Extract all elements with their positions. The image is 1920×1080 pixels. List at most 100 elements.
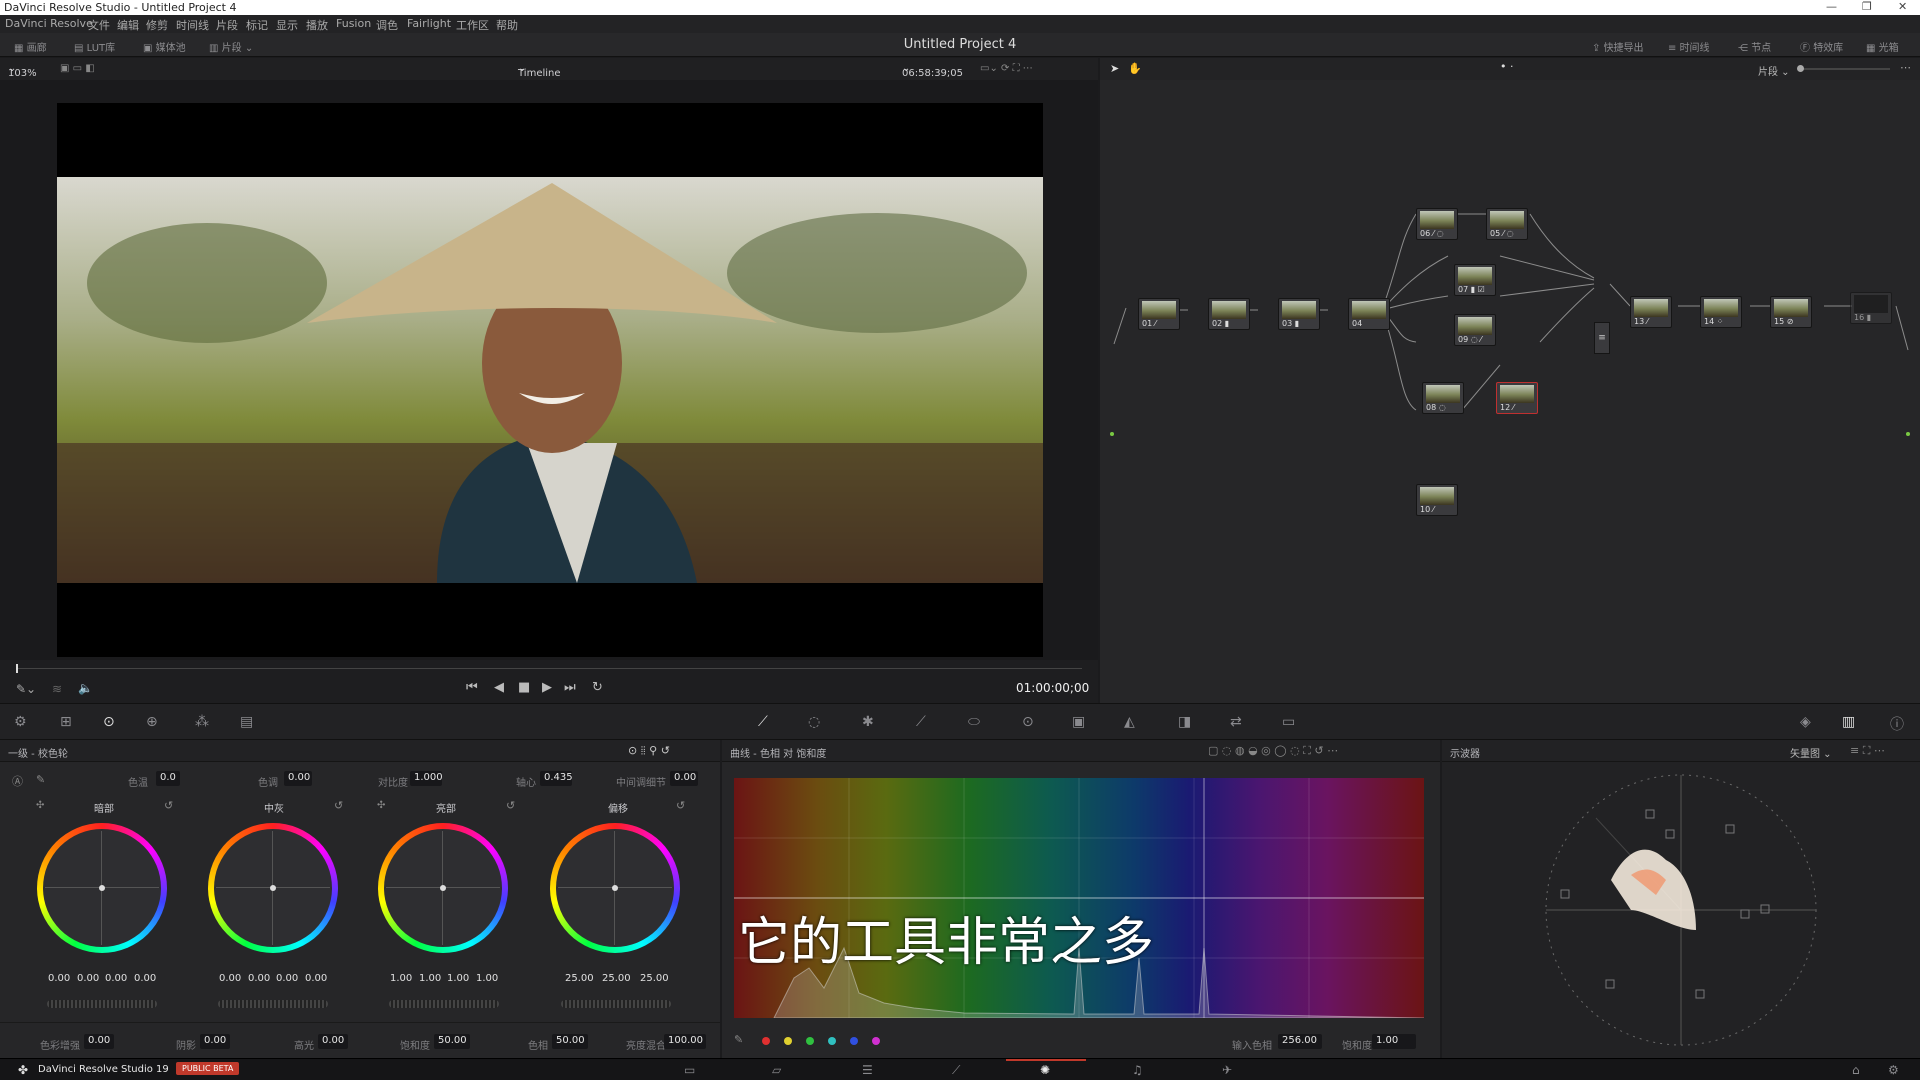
quick-export-button[interactable]: ⇪ 快捷导出 — [1592, 39, 1644, 54]
node-06[interactable]: 06 ⁄ ◌ — [1416, 208, 1458, 240]
contrast-field[interactable]: 1.000 — [410, 771, 443, 786]
restore-icon[interactable]: ❐ — [1862, 0, 1872, 13]
saturation-field[interactable]: 50.00 — [434, 1034, 470, 1049]
lift-master-wheel[interactable] — [47, 1000, 157, 1008]
window-icon[interactable]: ⬭ — [968, 714, 980, 730]
curves-icon[interactable]: ⟋ — [758, 714, 768, 730]
menu-item[interactable]: 播放 — [306, 17, 328, 33]
lift-b[interactable]: 0.00 — [134, 973, 156, 984]
magenta-swatch[interactable] — [872, 1037, 880, 1045]
blur-icon[interactable]: ◭ — [1124, 714, 1135, 730]
viewer-options-icon[interactable]: ▭⌄ ⟳ ⛶ ⋯ — [980, 63, 1033, 74]
node-16[interactable]: 16 ▮ — [1850, 292, 1892, 324]
node-05[interactable]: 05 ⁄ ◌ — [1486, 208, 1528, 240]
color-boost-field[interactable]: 0.00 — [84, 1034, 114, 1049]
magic-mask-icon[interactable]: ▣ — [1072, 714, 1085, 730]
input-hue-field[interactable]: 256.00 — [1278, 1034, 1322, 1049]
red-swatch[interactable] — [762, 1037, 770, 1045]
lift-g[interactable]: 0.00 — [105, 973, 127, 984]
offset-r[interactable]: 25.00 — [565, 973, 594, 984]
node-mode-dropdown[interactable]: 片段 ⌄ — [1758, 63, 1790, 78]
fairlight-page-icon[interactable]: ♫ — [1132, 1063, 1143, 1077]
node-02[interactable]: 02 ▮ — [1208, 298, 1250, 330]
lift-picker-icon[interactable]: ✣ — [36, 800, 44, 811]
gain-r[interactable]: 1.00 — [419, 973, 441, 984]
gain-wheel[interactable] — [378, 823, 508, 953]
scope-options-icon[interactable]: ≡ ⛶ ⋯ — [1850, 744, 1885, 758]
offset-b[interactable]: 25.00 — [640, 973, 669, 984]
volume-icon[interactable]: 🔈 — [78, 681, 93, 695]
pivot-field[interactable]: 0.435 — [540, 771, 573, 786]
curve-picker-icon[interactable]: ✎ — [734, 1033, 743, 1046]
menu-item[interactable]: Fusion — [336, 17, 371, 30]
node-08[interactable]: 08 ◌ — [1422, 382, 1464, 414]
lightbox-button[interactable]: ▦ 光箱 — [1866, 39, 1899, 54]
hand-tool-icon[interactable]: ✋ — [1128, 62, 1142, 75]
color-warper-icon[interactable]: ◌ — [808, 714, 820, 730]
gamma-reset-icon[interactable]: ↺ — [334, 799, 343, 812]
node-01[interactable]: 01 ⁄ — [1138, 298, 1180, 330]
menu-item[interactable]: 时间线 — [176, 17, 209, 33]
color-page-icon[interactable]: ✺ — [1040, 1063, 1050, 1077]
menu-item[interactable]: Fairlight — [407, 17, 451, 30]
menu-item[interactable]: 帮助 — [496, 17, 518, 33]
menu-item[interactable]: 修剪 — [146, 17, 168, 33]
menu-item[interactable]: 工作区 — [456, 17, 489, 33]
menu-item[interactable]: 标记 — [246, 17, 268, 33]
settings-gear-icon[interactable]: ⚙ — [1888, 1063, 1899, 1077]
lift-wheel[interactable] — [37, 823, 167, 953]
minimize-icon[interactable]: — — [1826, 0, 1837, 13]
effects-button[interactable]: Ⓕ 特效库 — [1800, 39, 1843, 54]
lift-reset-icon[interactable]: ↺ — [164, 799, 173, 812]
close-icon[interactable]: ✕ — [1898, 0, 1907, 13]
menu-item[interactable]: 显示 — [276, 17, 298, 33]
offset-wheel[interactable] — [550, 823, 680, 953]
node-03[interactable]: 03 ▮ — [1278, 298, 1320, 330]
sat-field[interactable]: 1.00 — [1372, 1034, 1416, 1049]
gain-b[interactable]: 1.00 — [476, 973, 498, 984]
lum-mix-field[interactable]: 100.00 — [664, 1034, 706, 1049]
play-reverse-icon[interactable]: ◀ — [494, 680, 504, 695]
offset-g[interactable]: 25.00 — [602, 973, 631, 984]
picker-tool-icon[interactable]: ✎ — [36, 773, 45, 786]
node-15[interactable]: 15 ⊘ — [1770, 296, 1812, 328]
node-zoom-handle[interactable] — [1797, 65, 1804, 72]
timeline-button[interactable]: ≡ 时间线 — [1668, 39, 1710, 54]
tint-field[interactable]: 0.00 — [284, 771, 312, 786]
lightbox-toggle-icon[interactable]: ◈ — [1800, 714, 1811, 730]
wheels-mode-icon[interactable]: ⊙ ⦙⦙ ⚲ ↺ — [628, 744, 670, 758]
scopes-icon[interactable]: ▥ — [1842, 714, 1855, 730]
fusion-page-icon[interactable]: ⟋ — [952, 1063, 960, 1078]
layer-mixer-node[interactable]: ≡ — [1594, 322, 1610, 354]
camera-raw-icon[interactable]: ⚙ — [14, 714, 27, 730]
color-match-icon[interactable]: ⊞ — [60, 714, 72, 730]
menu-item[interactable]: 文件 — [88, 17, 110, 33]
play-icon[interactable]: ▶ — [542, 680, 552, 695]
zoom-dropdown[interactable]: 103% ⌄ — [8, 63, 37, 79]
menu-item[interactable]: 调色 — [376, 17, 398, 33]
node-12[interactable]: 12 ⁄ — [1496, 382, 1538, 414]
gain-master-wheel[interactable] — [389, 1000, 499, 1008]
rgb-mixer-icon[interactable]: ⁂ — [195, 714, 209, 730]
blue-swatch[interactable] — [850, 1037, 858, 1045]
gamma-master-wheel[interactable] — [218, 1000, 328, 1008]
auto-balance-icon[interactable]: Ⓐ — [12, 773, 23, 789]
picker-icon[interactable]: ✎⌄ — [16, 682, 36, 696]
lift-y[interactable]: 0.00 — [48, 973, 70, 984]
cyan-swatch[interactable] — [828, 1037, 836, 1045]
media-page-icon[interactable]: ▭ — [684, 1063, 695, 1077]
qualifier-icon[interactable]: ✱ — [862, 714, 874, 730]
home-icon[interactable]: ⌂ — [1852, 1063, 1860, 1077]
sizing-icon[interactable]: ⇄ — [1230, 714, 1242, 730]
lift-r[interactable]: 0.00 — [77, 973, 99, 984]
node-09[interactable]: 09 ◌ ⁄ — [1454, 314, 1496, 346]
node-13[interactable]: 13 ⁄ — [1630, 296, 1672, 328]
curve-mode-icons[interactable]: ▢ ◌ ◍ ◒ ◎ ◯ ◌ ⛶ ↺ ⋯ — [1208, 744, 1338, 758]
gamma-wheel[interactable] — [208, 823, 338, 953]
shadows-field[interactable]: 0.00 — [200, 1034, 230, 1049]
layers-icon[interactable]: ≋ — [52, 682, 62, 696]
menu-item[interactable]: 片段 — [216, 17, 238, 33]
menu-item[interactable]: DaVinci Resolve — [5, 17, 93, 30]
timeline-dropdown[interactable]: Timeline 1 ⌄ — [518, 63, 561, 90]
view-mode-icon[interactable]: ▣ ▭ ◧ — [60, 63, 95, 74]
